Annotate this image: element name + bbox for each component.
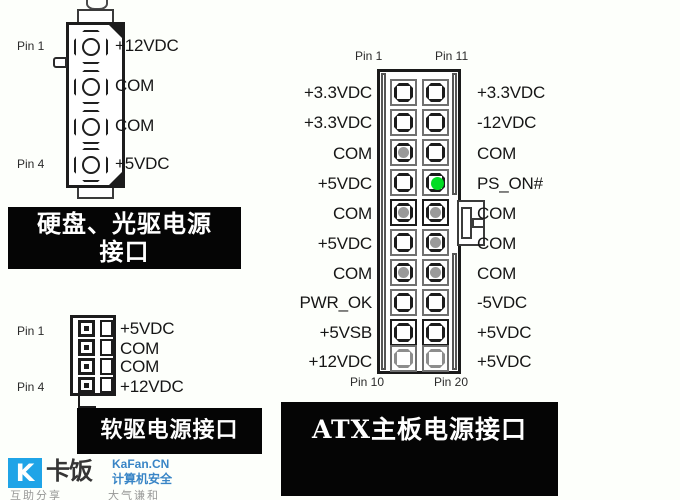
atx-pin-right-2 [422,109,449,136]
atx-left-signal-5: COM [332,204,372,223]
floppy-signal-2: COM [120,339,160,358]
molex-caption-box: 硬盘、光驱电源接口 [8,207,241,269]
floppy-pin-2 [78,339,95,356]
floppy-rib-2 [100,339,113,356]
atx-left-signal-8: PWR_OK [299,293,373,312]
atx-right-signal-3: COM [477,144,517,163]
atx-inner-wall-right-upper [452,73,457,195]
floppy-pin-4 [78,377,95,393]
molex-chamfer-bottom-right [108,171,123,186]
atx-left-signal-4: +5VDC [317,174,372,193]
atx-pin20-label: Pin 20 [434,375,469,389]
floppy-signal-3: COM [120,357,160,376]
atx-left-signal-2: +3.3VDC [303,113,372,132]
watermark-site-cn: 计算机安全 [112,472,173,486]
molex-signal-2: COM [115,76,155,95]
atx-pin-right-5 [422,199,449,226]
atx-pin1-label: Pin 1 [355,49,383,63]
atx-left-signal-9: +5VSB [319,323,373,342]
ps-on-highlight-dot [430,176,444,190]
floppy-pin4-label: Pin 4 [17,380,45,394]
watermark: K 卡饭 KaFan.CN 计算机安全 互助分享 大气谦和 [0,454,220,500]
molex-pin4-label: Pin 4 [17,157,45,171]
watermark-slogan-left: 互助分享 [10,489,62,500]
atx-right-signal-10: +5VDC [477,352,532,371]
floppy-pin1-label: Pin 1 [17,324,45,338]
atx-left-signal-7: COM [332,264,372,283]
watermark-logo-mark: K [8,458,42,488]
watermark-logo-text: 卡饭 [46,456,93,485]
floppy-pin-1 [78,320,95,337]
atx-right-signal-2: -12VDC [477,113,537,132]
atx-pin-right-4 [422,169,449,196]
floppy-tail [78,396,96,408]
atx-pin-left-9 [390,319,417,346]
atx-pin-right-1 [422,79,449,106]
atx-right-signal-5: COM [477,204,517,223]
floppy-rib-3 [100,358,113,375]
atx-pin-right-7 [422,259,449,286]
atx-right-signal-1: +3.3VDC [477,83,546,102]
atx-pin-left-2 [390,109,417,136]
watermark-slogan-right: 大气谦和 [108,489,160,500]
atx-right-signal-4: PS_ON# [477,174,543,193]
atx-inner-wall-left [381,73,386,370]
floppy-pin-3 [78,358,95,375]
molex-signal-3: COM [115,116,155,135]
atx-pin-left-1 [390,79,417,106]
atx-pin-left-3 [390,139,417,166]
atx-left-signal-6: +5VDC [317,234,372,253]
molex-pin1-label: Pin 1 [17,39,45,53]
floppy-rib-4 [100,377,113,393]
diagram-canvas: Pin 1 Pin 4 +12VDC COM COM +5VDC 硬盘、光驱电源… [0,0,680,500]
watermark-site-info: KaFan.CN 计算机安全 [112,457,172,487]
atx-right-signal-9: +5VDC [477,323,532,342]
atx-left-signal-10: +12VDC [308,352,372,371]
atx-right-signal-6: COM [477,234,517,253]
atx-pin-left-8 [390,289,417,316]
atx-right-signal-8: -5VDC [477,293,528,312]
atx-pin-right-10 [422,345,449,372]
atx-left-signal-1: +3.3VDC [303,83,372,102]
atx-pin-left-5 [390,199,417,226]
atx-pin-left-6 [390,229,417,256]
molex-pin-4 [74,148,108,182]
floppy-signal-4: +12VDC [120,377,184,396]
floppy-caption-box: 软驱电源接口 [77,408,262,454]
floppy-rib-1 [100,320,113,337]
atx-inner-wall-right-lower [452,253,457,370]
atx-pin-right-3 [422,139,449,166]
atx-retention-clip-inner [461,207,472,239]
atx-pin-left-7 [390,259,417,286]
atx-pin-left-4 [390,169,417,196]
atx-caption-box: ATX主板电源接口 [281,402,558,496]
atx-pin-right-8 [422,289,449,316]
atx-pin11-label: Pin 11 [435,49,469,63]
atx-pin-right-9 [422,319,449,346]
molex-signal-1: +12VDC [115,36,179,55]
atx-pin-right-6 [422,229,449,256]
atx-pin10-label: Pin 10 [350,375,385,389]
molex-latch-nub [53,57,67,68]
floppy-signal-1: +5VDC [120,319,175,338]
atx-right-signal-7: COM [477,264,517,283]
atx-left-signal-3: COM [332,144,372,163]
molex-signal-4: +5VDC [115,154,170,173]
watermark-site-en: KaFan.CN [112,457,170,471]
atx-pin-left-10 [390,345,417,372]
